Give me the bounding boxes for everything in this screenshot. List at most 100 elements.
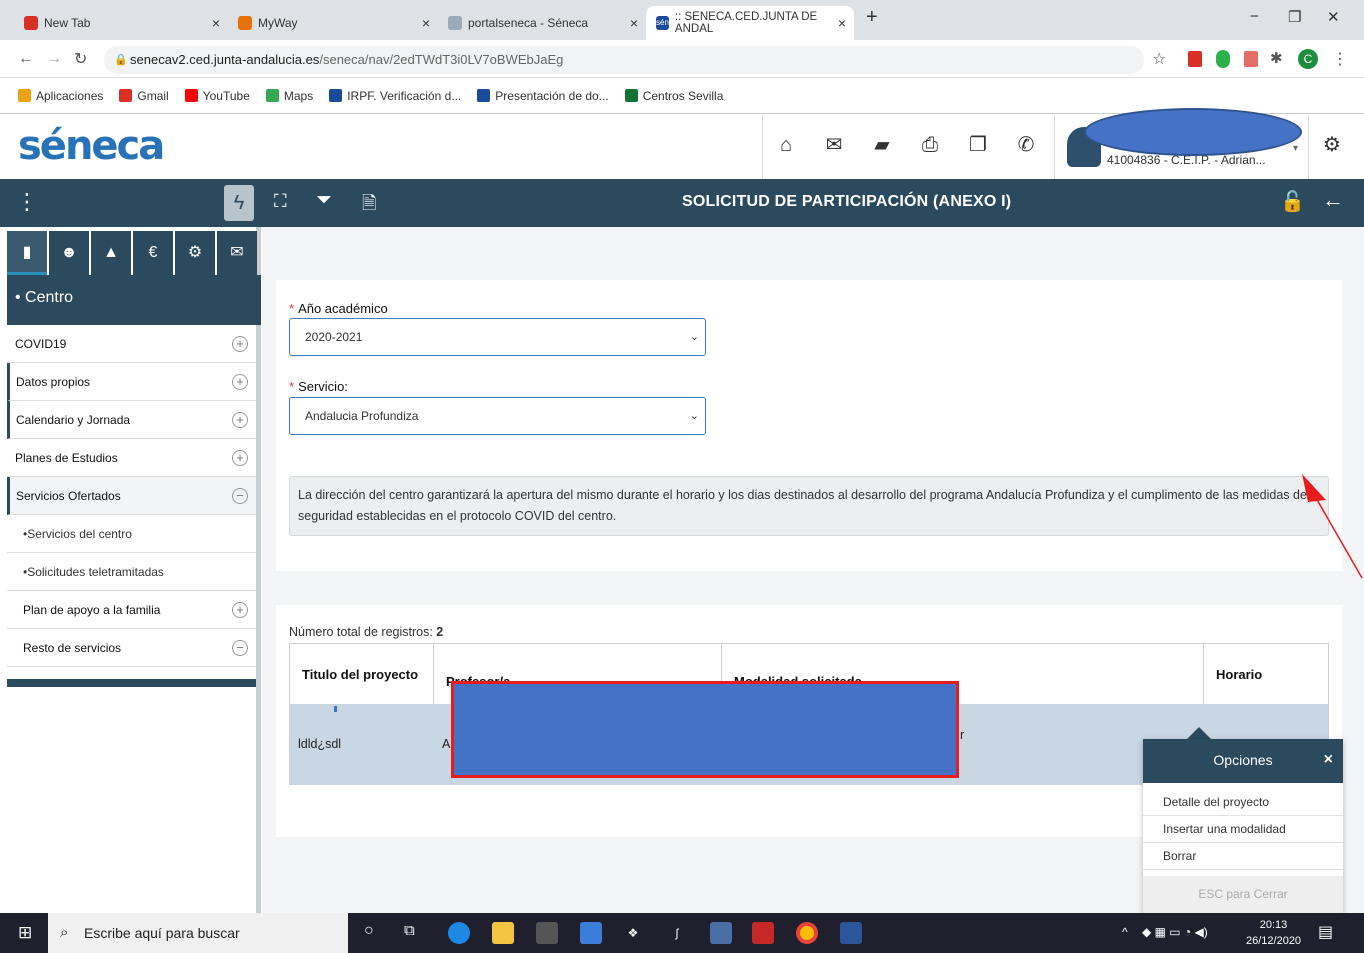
menu-item-detalle-proyecto[interactable]: Detalle del proyecto [1143, 789, 1343, 816]
profile-avatar-icon[interactable]: C [1298, 49, 1318, 69]
shield-app-icon[interactable] [752, 922, 774, 944]
bookmark-maps[interactable]: Maps [265, 89, 313, 103]
seneca-logo[interactable]: séneca [18, 123, 165, 169]
close-tab-icon[interactable]: × [212, 15, 220, 31]
browser-tab-new-tab[interactable]: New Tab × [14, 6, 228, 40]
home-icon[interactable]: ⌂ [772, 131, 800, 159]
graduation-cap-icon[interactable]: ▲ [91, 231, 131, 275]
new-tab-button[interactable]: + [866, 6, 878, 29]
sidebar-item-solicitudes-teletramitadas[interactable]: •Solicitudes teletramitadas [7, 553, 256, 591]
sidebar-item-datos-propios[interactable]: Datos propios + [7, 363, 256, 401]
star-icon[interactable]: ☆ [1152, 49, 1166, 69]
building-icon[interactable]: ▮ [7, 231, 47, 275]
minimize-button[interactable]: − [1250, 8, 1259, 25]
phone-icon[interactable]: ✆ [1012, 131, 1040, 159]
vertical-menu-icon[interactable]: ⋮ [16, 189, 38, 215]
forward-icon[interactable]: → [46, 50, 62, 68]
sidebar-section-centro[interactable]: • Centro [7, 275, 261, 325]
bookmark-youtube[interactable]: YouTube [184, 89, 250, 103]
menu-item-borrar[interactable]: Borrar [1143, 843, 1343, 870]
users-icon[interactable]: ☻ [49, 231, 89, 275]
task-view-icon[interactable]: ⧉ [404, 922, 415, 939]
expand-icon[interactable]: + [232, 412, 248, 428]
sidebar-item-label: Plan de apoyo a la familia [23, 603, 161, 617]
restore-button[interactable]: ❐ [1288, 8, 1301, 26]
folder-icon[interactable]: ▰ [868, 131, 896, 159]
sidebar-item-planes-estudios[interactable]: Planes de Estudios + [7, 439, 256, 477]
bookmark-gmail[interactable]: Gmail [119, 89, 169, 103]
app-icon[interactable] [710, 922, 732, 944]
column-header-titulo[interactable]: Titulo del proyecto [290, 644, 434, 704]
bookmark-presentacion[interactable]: Presentación de do... [477, 89, 609, 103]
browser-tab-seneca-active[interactable]: sén :: SENECA.CED.JUNTA DE ANDAL × [646, 6, 854, 40]
bookmark-irpf[interactable]: IRPF. Verificación d... [329, 89, 461, 103]
clock[interactable]: 20:13 26/12/2020 [1246, 917, 1301, 949]
browser-tab-portalseneca[interactable]: portalseneca - Séneca × [438, 6, 646, 40]
sidebar: ▮ ☻ ▲ € ⚙ ✉ • Centro COVID19 + Datos prop… [7, 227, 261, 913]
documents-icon[interactable]: ❐ [964, 131, 992, 159]
sidebar-item-calendario[interactable]: Calendario y Jornada + [7, 401, 256, 439]
filter-icon[interactable]: ⏷ [316, 189, 332, 212]
word-icon[interactable] [840, 922, 862, 944]
gear-icon[interactable]: ⚙ [1318, 131, 1346, 159]
sidebar-item-resto-servicios[interactable]: Resto de servicios − [7, 629, 256, 667]
settings-cogs-icon[interactable]: ⚙ [175, 231, 215, 275]
service-select[interactable]: Andalucia Profundiza ⌄ [289, 397, 706, 435]
tray-icons[interactable]: ◆ ▦ ▭ ◔ ◀) [1142, 925, 1208, 939]
close-icon[interactable]: × [1324, 739, 1333, 781]
sidebar-item-servicios-ofertados[interactable]: Servicios Ofertados − [7, 477, 256, 515]
notifications-icon[interactable]: ▤ [1318, 922, 1333, 942]
divider [762, 115, 763, 179]
taskbar-search-input[interactable]: ⌕ Escribe aquí para buscar [48, 913, 348, 953]
sidebar-item-plan-apoyo-familia[interactable]: Plan de apoyo a la familia + [7, 591, 256, 629]
reload-icon[interactable]: ↻ [74, 49, 87, 69]
unlock-icon[interactable]: 🔓 [1280, 189, 1305, 214]
expand-icon[interactable]: + [232, 602, 248, 618]
chrome-icon[interactable] [796, 922, 818, 944]
envelope-icon[interactable]: ✉ [217, 231, 257, 275]
url-field[interactable]: 🔒 senecav2.ced.junta-andalucia.es/seneca… [104, 46, 1144, 74]
collapse-icon[interactable]: − [232, 640, 248, 656]
expand-icon[interactable]: + [232, 374, 248, 390]
expand-icon[interactable]: + [232, 450, 248, 466]
bookmark-aplicaciones[interactable]: Aplicaciones [18, 89, 103, 103]
bookmark-centros-sevilla[interactable]: Centros Sevilla [624, 89, 723, 103]
sidebar-item-active-truncated[interactable] [7, 679, 256, 687]
euro-icon[interactable]: € [133, 231, 173, 275]
sidebar-item-covid19[interactable]: COVID19 + [7, 325, 256, 363]
edge-icon[interactable] [448, 922, 470, 944]
gmail-icon [119, 89, 133, 102]
mail-app-icon[interactable] [580, 922, 602, 944]
store-icon[interactable] [536, 922, 558, 944]
evernote-extension-icon[interactable] [1216, 50, 1230, 68]
lightning-icon[interactable]: ϟ [224, 185, 254, 221]
close-tab-icon[interactable]: × [630, 15, 638, 31]
tray-chevron-up-icon[interactable]: ^ [1122, 925, 1128, 939]
autofirma-icon[interactable]: ʃ [666, 922, 688, 944]
pdf-extension-icon[interactable] [1244, 51, 1258, 67]
file-explorer-icon[interactable] [492, 922, 514, 944]
collapse-icon[interactable]: − [232, 488, 248, 504]
menu-item-insertar-modalidad[interactable]: Insertar una modalidad [1143, 816, 1343, 843]
close-window-button[interactable]: ✕ [1327, 8, 1340, 26]
pdf-file-icon[interactable]: 🗎 [362, 191, 376, 221]
fullscreen-icon[interactable]: ⛶ [274, 191, 287, 212]
sidebar-item-servicios-centro[interactable]: •Servicios del centro [7, 515, 256, 553]
browser-menu-icon[interactable]: ⋮ [1332, 49, 1348, 69]
back-arrow-icon[interactable]: ← [1322, 187, 1344, 213]
dropbox-icon[interactable]: ❖ [622, 922, 644, 944]
cortana-icon[interactable]: ○ [364, 922, 374, 940]
pdf-extension-icon[interactable] [1188, 51, 1202, 67]
address-bar-row: ← → ↻ 🔒 senecav2.ced.junta-andalucia.es/… [0, 40, 1364, 78]
expand-icon[interactable]: + [232, 336, 248, 352]
mail-icon[interactable]: ✉ [820, 131, 848, 159]
back-icon[interactable]: ← [18, 50, 34, 68]
windows-start-icon[interactable]: ⊞ [18, 923, 32, 943]
column-header-horario[interactable]: Horario [1204, 644, 1328, 704]
close-tab-icon[interactable]: × [838, 15, 846, 31]
browser-tab-myway[interactable]: MyWay × [228, 6, 438, 40]
extensions-icon[interactable]: ✱ [1270, 49, 1283, 67]
close-tab-icon[interactable]: × [422, 15, 430, 31]
year-select[interactable]: 2020-2021 ⌄ [289, 318, 706, 356]
print-icon[interactable]: ⎙ [916, 131, 944, 159]
